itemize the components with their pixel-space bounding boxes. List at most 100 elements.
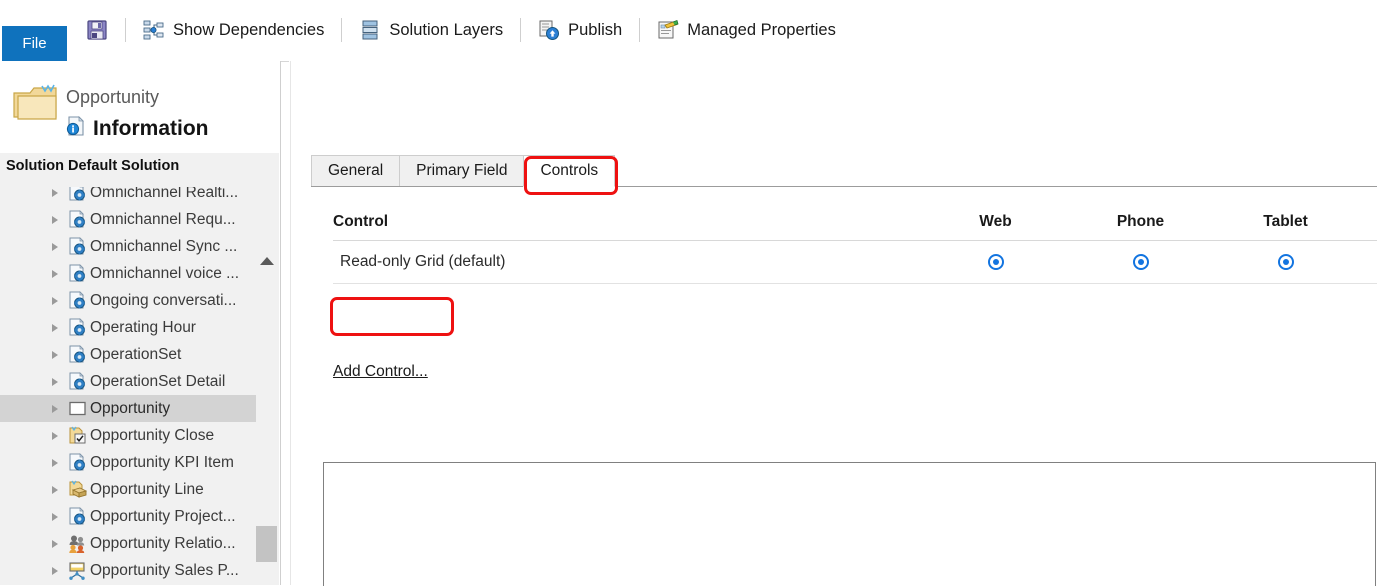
expand-chevron-icon[interactable]: [52, 188, 58, 197]
scroll-up-arrow-icon[interactable]: [260, 257, 274, 265]
publish-button[interactable]: Publish: [528, 15, 632, 45]
add-control-link[interactable]: Add Control...: [333, 363, 428, 381]
toolbar-separator: [520, 18, 522, 42]
tree-item-label: OperationSet Detail: [90, 372, 226, 390]
tree-item-label: Omnichannel Sync ...: [90, 237, 238, 255]
tab-label: Controls: [540, 162, 599, 179]
tree-item[interactable]: Operating Hour: [0, 314, 256, 341]
solution-layers-label: Solution Layers: [389, 20, 504, 39]
solution-bar-label: Solution Default Solution: [6, 158, 180, 174]
left-navigation-pane: Opportunity Information Solution Default…: [0, 61, 281, 585]
expand-chevron-icon[interactable]: [52, 215, 58, 224]
tree-item[interactable]: Opportunity Project...: [0, 503, 256, 530]
expand-chevron-icon[interactable]: [52, 539, 58, 548]
tree-item[interactable]: OperationSet Detail: [0, 368, 256, 395]
tree-item[interactable]: Omnichannel voice ...: [0, 260, 256, 287]
column-header-web: Web: [979, 213, 1012, 230]
ribbon-toolbar: File Show Dependencies Solution Layers P…: [0, 0, 1377, 62]
toolbar-commands: Show Dependencies Solution Layers Publis…: [82, 0, 846, 60]
expand-chevron-icon[interactable]: [52, 404, 58, 413]
web-radio-cell: [923, 253, 1068, 271]
save-button[interactable]: [82, 15, 118, 45]
entity-gear-icon: [68, 507, 87, 526]
scrollbar-thumb[interactable]: [256, 526, 277, 562]
tree-item-label: Opportunity KPI Item: [90, 453, 234, 471]
pane-splitter[interactable]: [279, 61, 280, 585]
toolbar-separator: [125, 18, 126, 42]
tree-item[interactable]: OperationSet: [0, 341, 256, 368]
main-content: General Primary Field Controls Control Web…: [289, 61, 1377, 586]
tab-label: Primary Field: [416, 162, 508, 179]
entity-gear-icon: [68, 237, 87, 256]
entity-box-icon: [68, 480, 88, 499]
toolbar-separator: [639, 18, 641, 42]
phone-radio-button[interactable]: [1132, 253, 1149, 270]
file-tab-label: File: [22, 35, 47, 52]
tree-item[interactable]: Opportunity: [0, 395, 256, 422]
toolbar-separator: [341, 18, 343, 42]
tab-controls[interactable]: Controls: [523, 155, 616, 187]
expand-chevron-icon[interactable]: [52, 296, 58, 305]
expand-chevron-icon[interactable]: [52, 242, 58, 251]
expand-chevron-icon[interactable]: [52, 431, 58, 440]
tree-item-label: Opportunity Close: [90, 426, 215, 444]
tree-item[interactable]: Opportunity Line: [0, 476, 256, 503]
tree-item-label: Opportunity Relatio...: [90, 534, 236, 552]
expand-chevron-icon[interactable]: [52, 512, 58, 521]
tree-item-label: OperationSet: [90, 345, 182, 363]
control-properties-panel: [323, 462, 1376, 586]
table-row[interactable]: Read-only Grid (default): [333, 241, 1377, 284]
show-dependencies-button[interactable]: Show Dependencies: [133, 15, 334, 45]
tree-item-label: Opportunity Sales P...: [90, 561, 239, 579]
tree-item[interactable]: Opportunity Relatio...: [0, 530, 256, 557]
content-left-rule: [290, 61, 291, 585]
column-header-tablet: Tablet: [1263, 213, 1308, 230]
entity-gear-icon: [68, 264, 87, 283]
expand-chevron-icon[interactable]: [52, 566, 58, 575]
column-header-control: Control: [333, 213, 389, 230]
tree-item-label: Opportunity Line: [90, 480, 204, 498]
controls-table: Control Web Phone Tablet Read-only Grid …: [333, 204, 1377, 284]
entity-process-icon: [68, 561, 87, 580]
entity-check-icon: [68, 426, 87, 445]
file-tab[interactable]: File: [2, 26, 67, 61]
entity-gear-icon: [68, 318, 87, 337]
control-name-cell: Read-only Grid (default): [340, 253, 506, 270]
tree-scrollbar[interactable]: [256, 187, 277, 585]
tree-item[interactable]: Opportunity Sales P...: [0, 557, 256, 584]
web-radio-button[interactable]: [987, 253, 1004, 270]
tree-item[interactable]: Omnichannel Sync ...: [0, 233, 256, 260]
tree-item[interactable]: Omnichannel Requ...: [0, 206, 256, 233]
tree-item[interactable]: Opportunity KPI Item: [0, 449, 256, 476]
expand-chevron-icon[interactable]: [52, 323, 58, 332]
expand-chevron-icon[interactable]: [52, 485, 58, 494]
table-header-row: Control Web Phone Tablet: [333, 204, 1377, 241]
tree-item[interactable]: Omnichannel Realti...: [0, 187, 256, 206]
entity-gear-icon: [68, 187, 87, 202]
tree-item[interactable]: Ongoing conversati...: [0, 287, 256, 314]
tab-label: General: [328, 162, 384, 179]
tree-item-label: Omnichannel voice ...: [90, 264, 240, 282]
tab-bar: General Primary Field Controls: [311, 154, 1377, 187]
solution-layers-button[interactable]: Solution Layers: [349, 15, 513, 45]
managed-properties-button[interactable]: Managed Properties: [647, 15, 846, 45]
tablet-radio-button[interactable]: [1277, 253, 1294, 270]
managed-properties-label: Managed Properties: [687, 20, 836, 39]
information-icon: [66, 115, 86, 142]
expand-chevron-icon[interactable]: [52, 269, 58, 278]
tree-item-label: Omnichannel Realti...: [90, 187, 239, 201]
tab-general[interactable]: General: [311, 155, 401, 186]
entity-name: Opportunity: [66, 87, 160, 107]
publish-icon: [538, 19, 560, 41]
phone-radio-cell: [1068, 253, 1213, 271]
managed-properties-icon: [657, 19, 679, 41]
entity-people-icon: [68, 534, 87, 553]
tree-item-label: Opportunity Project...: [90, 507, 236, 525]
expand-chevron-icon[interactable]: [52, 458, 58, 467]
tree-item[interactable]: Opportunity Close: [0, 422, 256, 449]
expand-chevron-icon[interactable]: [52, 350, 58, 359]
show-dependencies-label: Show Dependencies: [173, 20, 325, 39]
expand-chevron-icon[interactable]: [52, 377, 58, 386]
tab-primary-field[interactable]: Primary Field: [399, 155, 525, 186]
entity-tree[interactable]: Omnichannel Realti... Omnichannel Requ...…: [0, 187, 256, 585]
